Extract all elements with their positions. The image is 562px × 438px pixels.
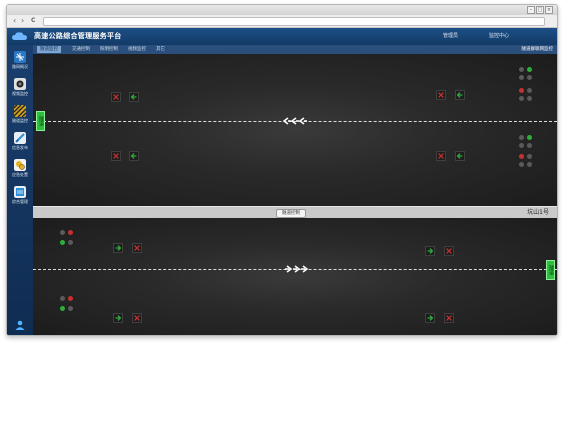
signal-light — [519, 75, 524, 80]
signal-light — [519, 88, 524, 93]
lane-open-green-arrow-left-icon[interactable] — [129, 92, 139, 102]
lane-closed-red-x-icon[interactable] — [444, 246, 454, 256]
maximize-icon[interactable]: □ — [536, 6, 544, 14]
sidebar-item-label: 视频监控 — [12, 91, 28, 96]
signal-light — [68, 296, 73, 301]
traffic-direction-right-arrows-icon — [285, 265, 309, 273]
forward-icon[interactable]: › — [21, 16, 24, 25]
signal-light — [527, 75, 532, 80]
tunnel-control-button[interactable]: 隧道控制 — [276, 209, 306, 218]
user-link[interactable]: 管理员 — [443, 32, 458, 40]
signal-light — [527, 143, 532, 148]
sidebar-item-publish[interactable]: 信息发布 — [9, 132, 31, 156]
lane-closed-red-x-icon[interactable] — [111, 92, 121, 102]
signal-light — [527, 96, 532, 101]
tunnel-entrance-sign: 隧道 — [36, 111, 45, 131]
tab-other[interactable]: 其它 — [153, 46, 168, 53]
lane-closed-red-x-icon[interactable] — [436, 151, 446, 161]
network-icon — [14, 51, 26, 63]
minimize-icon[interactable]: – — [527, 6, 535, 14]
signal-light — [527, 162, 532, 167]
lane-closed-red-x-icon[interactable] — [132, 243, 142, 253]
signal-light — [60, 240, 65, 245]
lane-open-green-arrow-left-icon[interactable] — [455, 90, 465, 100]
cloud-logo-icon — [12, 32, 27, 40]
sidebar-item-management[interactable]: 综合管理 — [9, 186, 31, 210]
user-icon[interactable] — [15, 320, 25, 330]
browser-navbar: ‹ › C — [7, 15, 557, 28]
signal-light — [519, 162, 524, 167]
sidebar-item-label: 信息发布 — [12, 145, 28, 150]
camera-icon — [14, 78, 26, 90]
publish-icon — [14, 132, 26, 144]
sidebar-item-label: 隧道监控 — [12, 118, 28, 123]
tab-lighting-control[interactable]: 照明控制 — [97, 46, 121, 53]
signal-light — [60, 306, 65, 311]
sidebar-item-emergency[interactable]: 应急处置 — [9, 159, 31, 183]
sidebar-item-label: 综合管理 — [12, 199, 28, 204]
app-window: 高速公路综合管理服务平台 管理员 监控中心 隧道监控 交通控制 照明控制 视频监… — [7, 28, 557, 335]
lane-open-green-arrow-right-icon[interactable] — [425, 246, 435, 256]
sidebar-item-label: 应急处置 — [12, 172, 28, 177]
traffic-light-cluster[interactable] — [519, 67, 533, 87]
emergency-icon — [14, 159, 26, 171]
address-bar[interactable] — [43, 17, 545, 26]
section-title: 隧道群联网监控 — [521, 47, 554, 52]
signal-light — [60, 230, 65, 235]
app-header: 高速公路综合管理服务平台 管理员 监控中心 — [7, 28, 557, 45]
tunnel-name-label: 坑山1号 — [527, 209, 549, 216]
upper-tunnel-bore: 隧道 — [33, 54, 557, 206]
tab-traffic-control[interactable]: 交通控制 — [69, 46, 93, 53]
browser-tabstrip: – □ × — [7, 5, 557, 15]
sidebar-item-tunnel[interactable]: 隧道监控 — [9, 105, 31, 129]
lane-closed-red-x-icon[interactable] — [436, 90, 446, 100]
lane-open-green-arrow-left-icon[interactable] — [455, 151, 465, 161]
center-link[interactable]: 监控中心 — [489, 32, 509, 40]
sub-navigation: 隧道监控 交通控制 照明控制 视频监控 其它 隧道群联网监控 — [33, 45, 557, 54]
signal-light — [527, 88, 532, 93]
signal-light — [68, 306, 73, 311]
traffic-light-cluster[interactable] — [60, 296, 74, 316]
sidebar-item-video[interactable]: 视频监控 — [9, 78, 31, 102]
signal-light — [68, 230, 73, 235]
tunnel-icon — [14, 105, 26, 117]
tunnel-exit-sign: 隧道 — [546, 260, 555, 280]
lane-open-green-arrow-left-icon[interactable] — [129, 151, 139, 161]
traffic-light-cluster[interactable] — [519, 135, 533, 155]
signal-light — [519, 67, 524, 72]
signal-light — [519, 135, 524, 140]
lower-tunnel-bore: 隧道 — [33, 218, 557, 335]
signal-light — [527, 154, 532, 159]
sidebar: 路网概况 视频监控 隧道监控 信息发布 应急处置 综合管理 — [7, 45, 33, 335]
signal-light — [527, 135, 532, 140]
lane-open-green-arrow-right-icon[interactable] — [425, 313, 435, 323]
browser-window: – □ × ‹ › C 高速公路综合管理服务平台 管理员 监控中心 隧道监控 交… — [6, 4, 558, 336]
traffic-direction-left-arrows-icon — [282, 117, 307, 125]
tab-tunnel-monitor[interactable]: 隧道监控 — [37, 46, 61, 53]
lane-open-green-arrow-right-icon[interactable] — [113, 243, 123, 253]
signal-light — [527, 67, 532, 72]
signal-light — [60, 296, 65, 301]
sidebar-item-network[interactable]: 路网概况 — [9, 51, 31, 75]
traffic-light-cluster[interactable] — [60, 230, 74, 250]
reload-icon[interactable]: C — [31, 16, 35, 25]
signal-light — [519, 143, 524, 148]
tab-video-monitor[interactable]: 视频监控 — [125, 46, 149, 53]
settings-icon — [14, 186, 26, 198]
close-icon[interactable]: × — [545, 6, 553, 14]
lane-closed-red-x-icon[interactable] — [111, 151, 121, 161]
back-icon[interactable]: ‹ — [13, 16, 16, 25]
signal-light — [68, 240, 73, 245]
signal-light — [519, 96, 524, 101]
lane-open-green-arrow-right-icon[interactable] — [113, 313, 123, 323]
traffic-light-cluster[interactable] — [519, 154, 533, 174]
app-title: 高速公路综合管理服务平台 — [34, 32, 122, 40]
signal-light — [519, 154, 524, 159]
sidebar-item-label: 路网概况 — [12, 64, 28, 69]
lane-closed-red-x-icon[interactable] — [132, 313, 142, 323]
traffic-light-cluster[interactable] — [519, 88, 533, 108]
lane-closed-red-x-icon[interactable] — [444, 313, 454, 323]
